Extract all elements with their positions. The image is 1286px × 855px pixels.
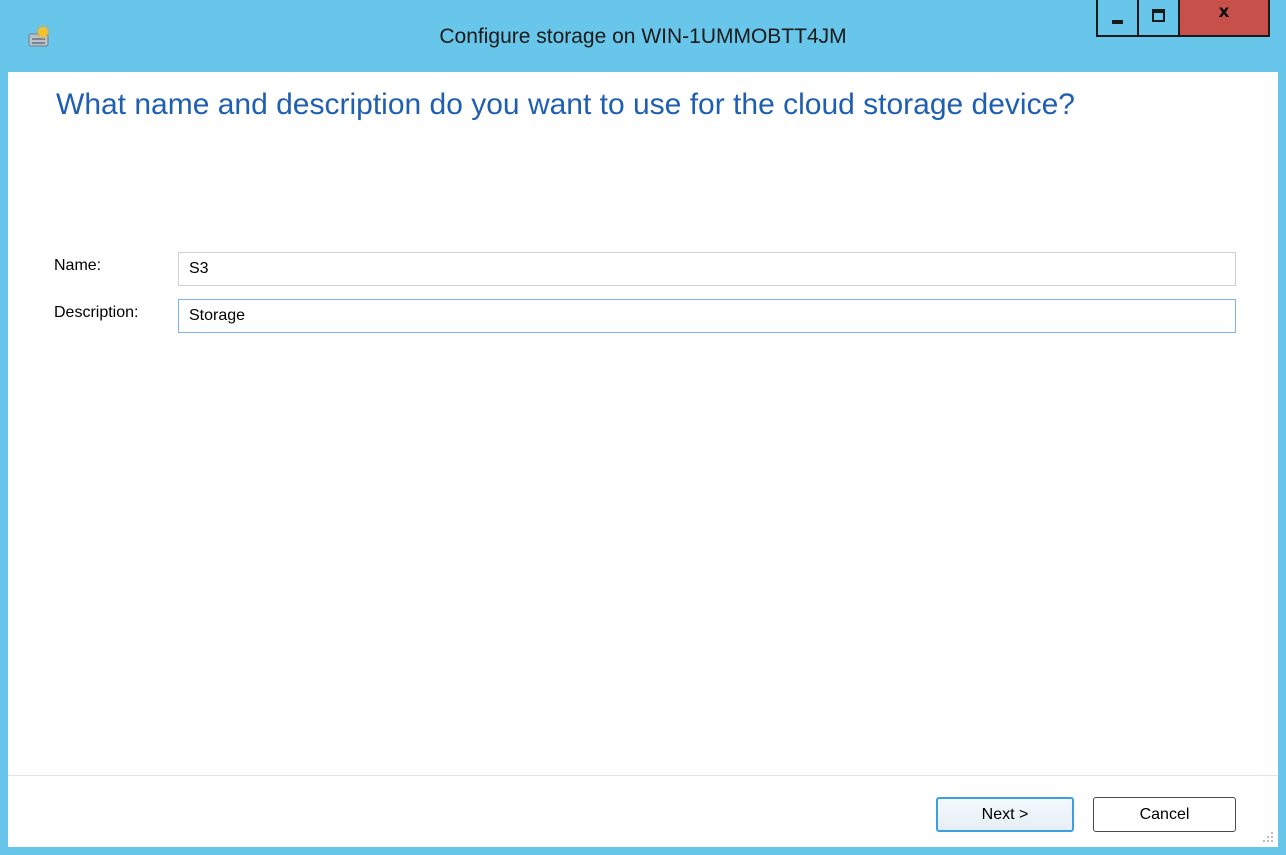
description-label: Description: xyxy=(54,304,139,321)
title-bar[interactable]: Configure storage on WIN-1UMMOBTT4JM x xyxy=(0,0,1286,72)
cancel-button[interactable]: Cancel xyxy=(1093,797,1236,832)
close-button[interactable]: x xyxy=(1178,0,1270,37)
name-label: Name: xyxy=(54,257,102,274)
page-heading: What name and description do you want to… xyxy=(56,88,1075,121)
window-title: Configure storage on WIN-1UMMOBTT4JM xyxy=(439,25,847,48)
footer-divider xyxy=(8,775,1278,776)
next-button[interactable]: Next > xyxy=(936,797,1074,832)
configure-storage-window: Configure storage on WIN-1UMMOBTT4JM x W… xyxy=(0,0,1286,855)
resize-grip-icon[interactable] xyxy=(1262,830,1274,842)
close-icon: x xyxy=(1218,2,1230,22)
minimize-icon xyxy=(1112,20,1123,24)
wizard-content: What name and description do you want to… xyxy=(8,72,1278,847)
maximize-button[interactable] xyxy=(1137,0,1180,37)
name-input[interactable] xyxy=(178,252,1236,286)
maximize-icon xyxy=(1152,9,1165,22)
description-input[interactable] xyxy=(178,299,1236,333)
minimize-button[interactable] xyxy=(1096,0,1139,37)
